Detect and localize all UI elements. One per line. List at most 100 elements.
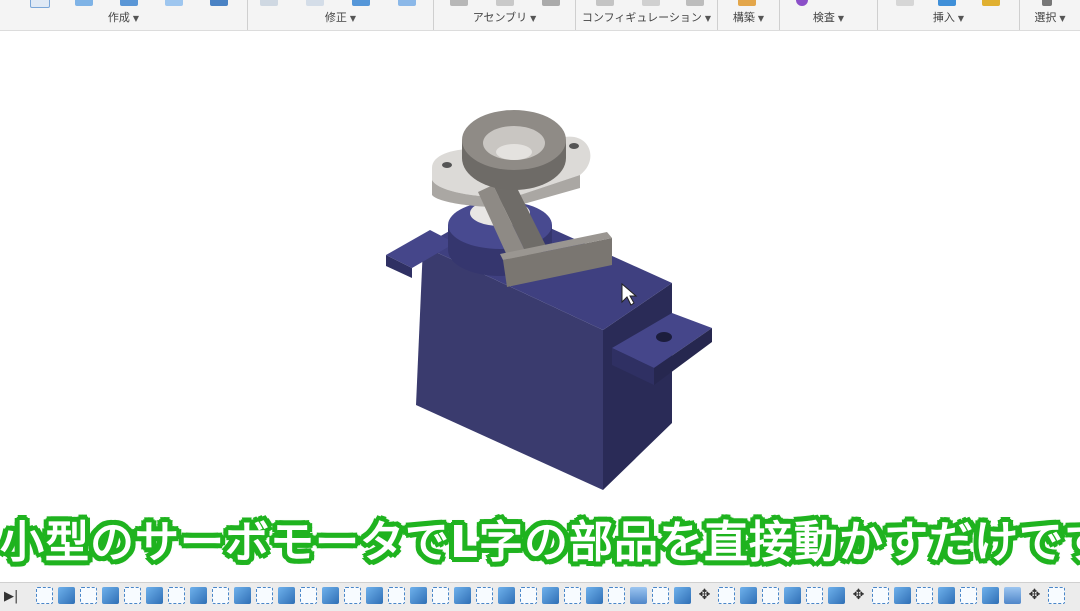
measure-icon[interactable] [796, 0, 808, 6]
chevron-down-icon[interactable]: ▼ [133, 14, 139, 23]
insert-derive-icon[interactable] [896, 0, 914, 6]
config-param-icon[interactable] [686, 0, 704, 6]
shell-icon[interactable] [398, 0, 416, 6]
extrude-icon[interactable] [120, 0, 138, 6]
timeline-solid-icon[interactable] [102, 587, 119, 604]
chevron-down-icon[interactable]: ▼ [1059, 14, 1065, 23]
configure-group[interactable]: コンフィギュレーション ▼ [576, 0, 718, 30]
timeline-solid-icon[interactable] [586, 587, 603, 604]
timeline-sketch-icon[interactable] [344, 587, 361, 604]
sketch-icon[interactable] [30, 0, 50, 8]
chevron-down-icon[interactable]: ▼ [530, 14, 536, 23]
timeline-move-icon[interactable]: ✥ [850, 587, 867, 604]
timeline-sketch-icon[interactable] [652, 587, 669, 604]
timeline-sketch-icon[interactable] [806, 587, 823, 604]
insert-mesh-icon[interactable] [982, 0, 1000, 6]
timeline-solid-icon[interactable] [982, 587, 999, 604]
timeline-sketch-icon[interactable] [564, 587, 581, 604]
timeline-plane-icon[interactable] [1004, 587, 1021, 604]
chamfer-icon[interactable] [352, 0, 370, 6]
timeline-sketch-icon[interactable] [476, 587, 493, 604]
timeline-sketch-icon[interactable] [872, 587, 889, 604]
component-icon[interactable] [542, 0, 560, 6]
timeline-solid-icon[interactable] [58, 587, 75, 604]
timeline-move-icon[interactable]: ✥ [1026, 587, 1043, 604]
construct-menu-label[interactable]: 構築 [733, 11, 755, 24]
chevron-down-icon[interactable]: ▼ [838, 14, 844, 23]
select-cursor-icon[interactable] [1042, 0, 1052, 6]
create-group[interactable]: 作成 ▼ [0, 0, 248, 30]
timeline-sketch-icon[interactable] [608, 587, 625, 604]
timeline-sketch-icon[interactable] [36, 587, 53, 604]
hole-icon[interactable] [210, 0, 228, 6]
select-menu-label[interactable]: 選択 [1034, 11, 1056, 24]
construct-group[interactable]: 構築 ▼ [718, 0, 780, 30]
horn-hole-right [569, 143, 579, 149]
inspect-menu-label[interactable]: 検査 [813, 11, 835, 24]
assemble-menu-label[interactable]: アセンブリ [473, 11, 527, 24]
timeline-sketch-icon[interactable] [762, 587, 779, 604]
modify-group[interactable]: 修正 ▼ [248, 0, 434, 30]
timeline-sketch-icon[interactable] [80, 587, 97, 604]
plane-icon[interactable] [738, 0, 756, 6]
timeline-solid-icon[interactable] [938, 587, 955, 604]
timeline-sketch-icon[interactable] [168, 587, 185, 604]
chevron-down-icon[interactable]: ▼ [705, 14, 711, 23]
timeline-play-icon[interactable]: ▶| [4, 589, 18, 604]
configure-menu-label[interactable]: コンフィギュレーション [582, 11, 702, 24]
toolbar: 作成 ▼ 修正 ▼ アセンブリ ▼ コンフィギュレーション ▼ 構築 ▼ 検査 … [0, 0, 1080, 31]
assemble-group[interactable]: アセンブリ ▼ [434, 0, 576, 30]
timeline-solid-icon[interactable] [410, 587, 427, 604]
chevron-down-icon[interactable]: ▼ [758, 14, 764, 23]
timeline-move-icon[interactable]: ✥ [696, 587, 713, 604]
insert-group[interactable]: 挿入 ▼ [878, 0, 1020, 30]
timeline-solid-icon[interactable] [894, 587, 911, 604]
insert-canvas-icon[interactable] [938, 0, 956, 6]
config-rule-icon[interactable] [642, 0, 660, 6]
timeline-sketch-icon[interactable] [300, 587, 317, 604]
timeline-sketch-icon[interactable] [960, 587, 977, 604]
press-pull-icon[interactable] [260, 0, 278, 6]
design-timeline[interactable]: ▶| ✥✥✥⋒⋒⋒ [0, 582, 1080, 611]
insert-menu-label[interactable]: 挿入 [933, 11, 955, 24]
timeline-sketch-icon[interactable] [432, 587, 449, 604]
timeline-solid-icon[interactable] [454, 587, 471, 604]
timeline-solid-icon[interactable] [322, 587, 339, 604]
fillet-icon[interactable] [306, 0, 324, 6]
chevron-down-icon[interactable]: ▼ [350, 14, 356, 23]
servo-model[interactable] [0, 31, 1080, 577]
3d-viewport[interactable] [0, 31, 1080, 577]
config-table-icon[interactable] [596, 0, 614, 6]
timeline-solid-icon[interactable] [278, 587, 295, 604]
timeline-plane-icon[interactable] [630, 587, 647, 604]
timeline-sketch-icon[interactable] [212, 587, 229, 604]
timeline-solid-icon[interactable] [366, 587, 383, 604]
timeline-sketch-icon[interactable] [718, 587, 735, 604]
timeline-sketch-icon[interactable] [520, 587, 537, 604]
timeline-sketch-icon[interactable] [1048, 587, 1065, 604]
timeline-sketch-icon[interactable] [388, 587, 405, 604]
as-built-joint-icon[interactable] [496, 0, 514, 6]
create-menu-label[interactable]: 作成 [108, 11, 130, 24]
timeline-solid-icon[interactable] [498, 587, 515, 604]
timeline-solid-icon[interactable] [542, 587, 559, 604]
chevron-down-icon[interactable]: ▼ [958, 14, 964, 23]
inspect-group[interactable]: 検査 ▼ [780, 0, 878, 30]
timeline-solid-icon[interactable] [740, 587, 757, 604]
timeline-solid-icon[interactable] [190, 587, 207, 604]
modify-menu-label[interactable]: 修正 [325, 11, 347, 24]
revolve-icon[interactable] [165, 0, 183, 6]
timeline-solid-icon[interactable] [234, 587, 251, 604]
timeline-sketch-icon[interactable] [916, 587, 933, 604]
select-group[interactable]: 選択 ▼ [1020, 0, 1080, 30]
timeline-solid-icon[interactable] [146, 587, 163, 604]
timeline-track[interactable]: ✥✥✥⋒⋒⋒ [36, 587, 1070, 607]
box-icon[interactable] [75, 0, 93, 6]
timeline-sketch-icon[interactable] [256, 587, 273, 604]
timeline-solid-icon[interactable] [674, 587, 691, 604]
timeline-solid-icon[interactable] [784, 587, 801, 604]
horn-hole-left [442, 162, 452, 168]
timeline-solid-icon[interactable] [828, 587, 845, 604]
timeline-sketch-icon[interactable] [124, 587, 141, 604]
joint-icon[interactable] [450, 0, 468, 6]
